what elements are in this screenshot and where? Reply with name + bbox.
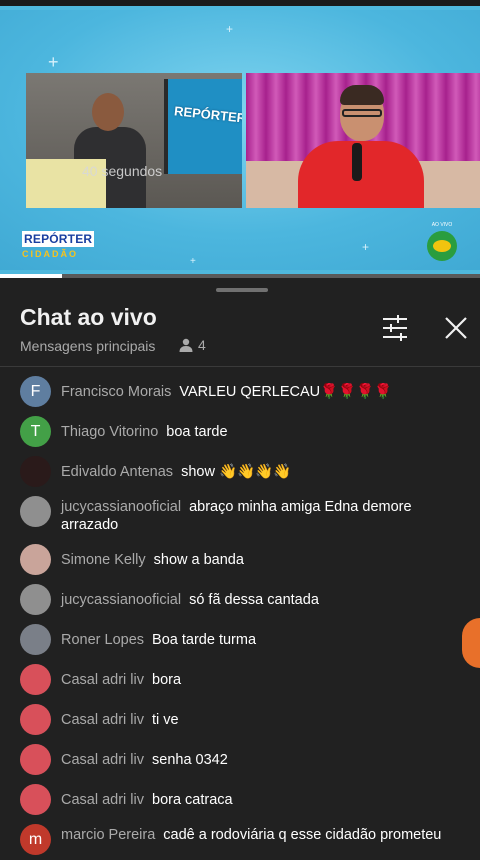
message-body: cadê a rodoviária q esse cidadão promete… [163, 827, 442, 843]
plus-decoration: + [226, 22, 234, 36]
message-text: Casal adri liv ti ve [61, 711, 461, 729]
camera-feed-left: REPÓRTER 40 segundos [26, 73, 242, 208]
message-text: jucycassianooficial abraço minha amiga Ed… [61, 498, 461, 534]
person-icon [179, 338, 193, 352]
message-body: boa tarde [166, 424, 228, 440]
avatar[interactable] [20, 704, 51, 735]
message-body: só fã dessa cantada [189, 592, 319, 608]
viewer-count-value: 4 [198, 337, 206, 353]
chat-mode-selector[interactable]: Mensagens principais [20, 338, 155, 354]
message-body: senha 0342 [152, 752, 228, 768]
message-body: ti ve [152, 712, 179, 728]
message-author[interactable]: Casal adri liv [61, 752, 144, 768]
channel-logo: REPÓRTER CIDADÃO [22, 231, 95, 259]
status-bar [0, 0, 480, 6]
overlay-timer: 40 segundos [82, 163, 163, 179]
microphone [352, 143, 362, 181]
close-icon [445, 317, 467, 339]
viewer-count: 4 [178, 337, 206, 353]
brazil-flag-icon [427, 231, 457, 261]
plus-decoration: + [362, 240, 370, 254]
avatar[interactable] [20, 584, 51, 615]
studio-screen: REPÓRTER [164, 79, 242, 174]
reaction-bubble[interactable] [462, 618, 480, 668]
plus-decoration: + [48, 52, 59, 72]
message-author[interactable]: Simone Kelly [61, 552, 146, 568]
message-author[interactable]: jucycassianooficial [61, 499, 181, 515]
avatar[interactable] [20, 664, 51, 695]
message-body: VARLEU QERLECAU🌹🌹🌹🌹 [179, 384, 393, 400]
avatar[interactable] [20, 624, 51, 655]
message-body: show a banda [153, 552, 244, 568]
avatar[interactable]: m [20, 824, 51, 855]
avatar[interactable] [20, 544, 51, 575]
video-player[interactable]: + + + + REPÓRTER 40 segundos REPÓRTER CI… [0, 0, 480, 278]
avatar[interactable] [20, 744, 51, 775]
avatar[interactable] [20, 496, 51, 527]
message-body: Boa tarde turma [152, 632, 257, 648]
divider [0, 366, 480, 367]
message-author[interactable]: Thiago Vitorino [61, 424, 158, 440]
close-button[interactable] [442, 314, 470, 342]
message-text: Roner Lopes Boa tarde turma [61, 631, 461, 649]
message-body: show 👋👋👋👋 [181, 464, 292, 480]
message-body: bora [152, 672, 182, 688]
message-author[interactable]: Edivaldo Antenas [61, 464, 173, 480]
avatar[interactable]: F [20, 376, 51, 407]
message-text: Casal adri liv bora catraca [61, 791, 461, 809]
message-text: Francisco Morais VARLEU QERLECAU🌹🌹🌹🌹 [61, 383, 461, 401]
ao-vivo-badge: AO VIVO [424, 222, 460, 266]
message-text: Edivaldo Antenas show 👋👋👋👋 [61, 463, 461, 481]
message-text: Simone Kelly show a banda [61, 551, 461, 569]
message-text: Casal adri liv bora [61, 671, 461, 689]
drag-handle[interactable] [216, 288, 268, 292]
avatar[interactable] [20, 784, 51, 815]
message-author[interactable]: jucycassianooficial [61, 592, 181, 608]
message-author[interactable]: Roner Lopes [61, 632, 144, 648]
message-text: Thiago Vitorino boa tarde [61, 423, 461, 441]
message-author[interactable]: Francisco Morais [61, 384, 171, 400]
message-author[interactable]: Casal adri liv [61, 672, 144, 688]
tune-icon [383, 315, 407, 341]
plus-decoration: + [190, 256, 196, 267]
live-chat-panel: Chat ao vivo Mensagens principais 4 F Fra… [0, 278, 480, 860]
message-author[interactable]: Casal adri liv [61, 712, 144, 728]
message-text: marcio Pereira cadê a rodoviária q esse c… [61, 826, 461, 844]
avatar[interactable]: T [20, 416, 51, 447]
camera-feed-right [246, 73, 480, 208]
message-text: jucycassianooficial só fã dessa cantada [61, 591, 461, 609]
tune-button[interactable] [380, 314, 410, 342]
message-author[interactable]: Casal adri liv [61, 792, 144, 808]
message-body: bora catraca [152, 792, 233, 808]
chat-title: Chat ao vivo [20, 304, 157, 330]
avatar[interactable] [20, 456, 51, 487]
message-author[interactable]: marcio Pereira [61, 827, 155, 843]
message-text: Casal adri liv senha 0342 [61, 751, 461, 769]
